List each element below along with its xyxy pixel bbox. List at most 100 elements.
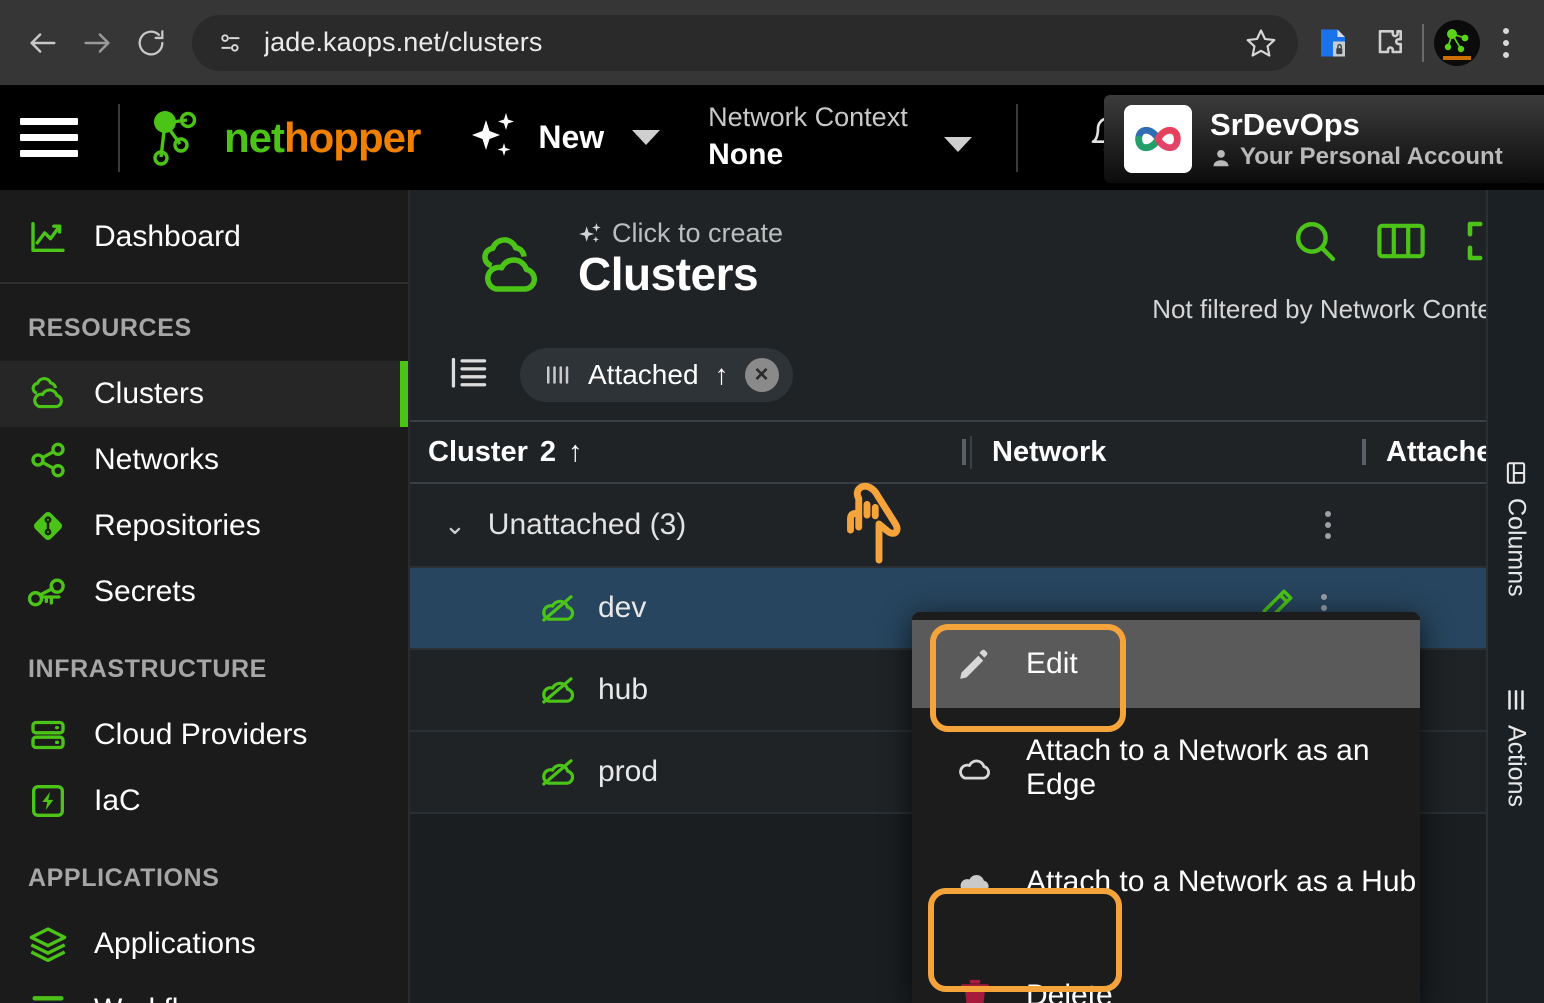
column-resize-handle[interactable] (962, 439, 966, 465)
clusters-page-icon (472, 234, 550, 305)
sidebar-section-title: RESOURCES (28, 314, 192, 342)
site-info-icon[interactable] (214, 26, 248, 60)
cluster-name-cell: prod (410, 755, 970, 789)
sparkles-icon (472, 112, 515, 156)
person-icon (1213, 149, 1229, 166)
bookmark-star-icon[interactable] (1238, 20, 1284, 66)
extension-icons (1310, 20, 1412, 66)
url-text[interactable]: jade.kaops.net/clusters (264, 27, 1238, 58)
hamburger-line (20, 118, 78, 125)
trash-icon (954, 977, 996, 1003)
reload-button[interactable] (124, 16, 178, 70)
browser-toolbar: jade.kaops.net/clusters (0, 0, 1544, 85)
nethopper-logo[interactable]: nethopper (142, 101, 421, 175)
sidebar-item-secrets[interactable]: Secrets (0, 559, 408, 625)
column-resize-handle[interactable] (1362, 439, 1366, 465)
columns-icon[interactable] (1374, 217, 1428, 270)
new-button[interactable]: New (468, 110, 661, 166)
cluster-name: hub (598, 673, 649, 706)
address-bar[interactable]: jade.kaops.net/clusters (192, 14, 1298, 71)
sidebar-item-label: Applications (94, 927, 256, 960)
rail-actions-label: Actions (1502, 724, 1531, 807)
context-menu-item-delete[interactable]: Delete (912, 952, 1420, 1003)
network-context-selector[interactable]: Network Context None (708, 99, 972, 176)
sidebar-section-title: APPLICATIONS (28, 864, 220, 892)
group-more-actions-button[interactable] (1325, 511, 1331, 539)
forward-button[interactable] (70, 16, 124, 70)
workflow-icon (22, 990, 74, 1003)
table-group-row[interactable]: ⌄ Unattached (3) (410, 484, 1544, 568)
column-header-cluster[interactable]: Cluster 2 ↑ (410, 436, 970, 469)
context-menu-item-label: Delete (1026, 979, 1113, 1003)
profile-avatar[interactable] (1434, 19, 1480, 66)
cluster-name: prod (598, 755, 659, 788)
nethopper-mark-icon (153, 110, 197, 166)
group-by-chip-attached[interactable]: Attached ↑ × (520, 348, 793, 402)
group-row-actions (1325, 511, 1331, 539)
logo-text-hopper: hopper (284, 113, 421, 161)
kebab-dot (1503, 51, 1509, 58)
password-manager-extension-icon[interactable] (1310, 20, 1356, 66)
column-header-label: Network (992, 435, 1107, 468)
hamburger-line (20, 134, 78, 141)
cluster-name-cell: dev (410, 591, 970, 625)
kebab-dot (1325, 522, 1331, 528)
page-header-actions (1290, 216, 1512, 271)
header-divider (118, 103, 120, 172)
cloud-offline-icon (542, 595, 575, 622)
column-header-network[interactable]: Network (970, 435, 1370, 469)
grouping-toolbar: Attached ↑ × (410, 340, 1544, 410)
chevron-down-icon[interactable] (632, 130, 661, 145)
right-rail: Columns Actions (1486, 190, 1544, 1003)
group-list-icon[interactable] (448, 354, 490, 397)
sidebar-item-label: IaC (94, 784, 141, 817)
logo-text: nethopper (224, 113, 421, 162)
context-menu-item-label: Attach to a Network as an Edge (1026, 734, 1370, 801)
account-card[interactable]: SrDevOps Your Personal Account (1104, 95, 1544, 183)
sidebar-item-applications[interactable]: Applications (0, 911, 408, 977)
chip-remove-icon[interactable]: × (744, 358, 779, 392)
filter-note: Not filtered by Network Context (1152, 294, 1512, 324)
sidebar-item-label: Workflows (94, 993, 232, 1003)
pencil-icon (954, 645, 996, 683)
hamburger-line (20, 150, 78, 157)
sidebar-item-repositories[interactable]: Repositories (0, 493, 408, 559)
cloud-offline-icon (542, 677, 575, 704)
context-menu-item-label: Attach to a Network as a Hub (1026, 865, 1417, 898)
sort-asc-icon[interactable]: ↑ (568, 436, 583, 469)
sidebar-item-iac[interactable]: IaC (0, 768, 408, 834)
server-icon (22, 715, 74, 755)
key-icon (22, 572, 74, 612)
chevron-down-icon[interactable] (943, 137, 972, 152)
context-menu-item-attach-edge[interactable]: Attach to a Network as an Edge (912, 724, 1420, 812)
extensions-puzzle-icon[interactable] (1366, 20, 1412, 66)
sparkles-icon (579, 222, 601, 243)
context-menu-spacer (912, 812, 1420, 838)
page-header: Click to create Clusters Not filtered by… (410, 190, 1544, 340)
create-hint[interactable]: Click to create (578, 218, 783, 249)
context-menu-item-edit[interactable]: Edit (912, 620, 1420, 708)
back-button[interactable] (16, 16, 70, 70)
sidebar-item-cloud-providers[interactable]: Cloud Providers (0, 702, 408, 768)
kebab-dot (1325, 533, 1331, 539)
sidebar-item-workflows[interactable]: Workflows (0, 977, 408, 1003)
cluster-name-cell: hub (410, 673, 970, 707)
chevron-down-icon[interactable]: ⌄ (444, 510, 466, 541)
column-header-label: Cluster (428, 435, 528, 468)
rail-columns-button[interactable]: Columns (1502, 460, 1531, 597)
context-menu-item-attach-hub[interactable]: Attach to a Network as a Hub (912, 838, 1420, 926)
sidebar-item-label: Dashboard (94, 220, 241, 253)
kebab-dot (1321, 605, 1327, 611)
sidebar-item-dashboard[interactable]: Dashboard (0, 204, 408, 270)
new-button-label: New (538, 119, 605, 155)
chrome-menu-button[interactable] (1484, 19, 1528, 67)
sidebar-item-networks[interactable]: Networks (0, 427, 408, 493)
search-icon[interactable] (1290, 216, 1340, 271)
context-menu-spacer (912, 926, 1420, 952)
account-subtitle: Your Personal Account (1210, 143, 1503, 172)
main-menu-hamburger-icon[interactable] (20, 118, 96, 157)
chip-sort-asc-icon[interactable]: ↑ (715, 359, 729, 391)
sidebar-item-clusters[interactable]: Clusters (0, 361, 408, 427)
rail-actions-button[interactable]: Actions (1502, 687, 1531, 807)
account-name: SrDevOps (1210, 107, 1360, 142)
